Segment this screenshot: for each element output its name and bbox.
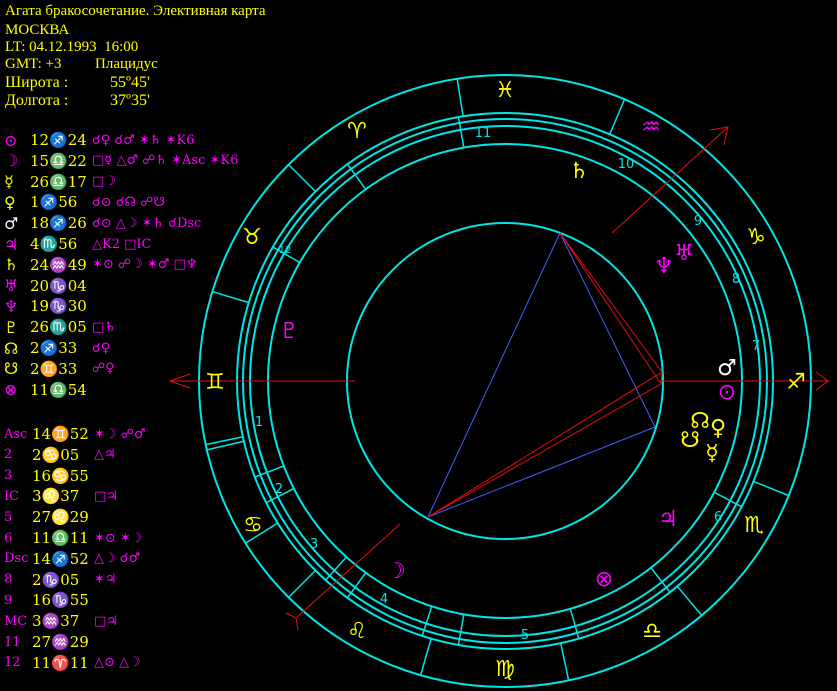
house-number: 1 [255,415,263,430]
planet-glyph-icon: ♄ [569,159,589,184]
house-number: 7 [752,339,760,354]
zodiac-sign-icon: ♑ [746,225,766,250]
house-number: 4 [380,592,388,607]
zodiac-sign-icon: ♓ [495,78,515,103]
house-number: 8 [732,272,740,287]
zodiac-sign-icon: ♐ [786,370,806,395]
zodiac-sign-icon: ♈ [347,119,367,144]
planet-glyph-icon: ♅ [674,241,694,266]
zodiac-sign-icon: ♋ [243,513,263,538]
aspect-line-square [427,426,656,518]
planet-glyph-icon: ☿ [705,441,719,466]
planet-glyph-icon: ☋ [680,428,700,453]
zodiac-sign-icon: ♍ [495,657,515,682]
zodiac-sign-icon: ♒ [641,115,661,140]
house-cusp [346,572,367,599]
sign-divider [288,569,317,598]
house-cusp [325,556,347,581]
zodiac-sign-icon: ♌ [347,619,367,644]
planet-glyph-icon: ☽ [386,559,406,584]
sign-divider [288,164,317,193]
aspect-line-opposition [427,232,561,518]
aspect-line-sextile [559,232,663,373]
house-number: 5 [521,628,529,643]
sign-divider [456,78,464,117]
house-number: 10 [618,157,635,172]
house-number: 2 [275,482,283,497]
house-cusp [346,163,367,190]
house-number: 11 [475,126,492,141]
house-number: 9 [694,214,702,229]
ic-arrow [285,612,299,631]
house-number: 6 [714,510,722,525]
planet-glyph-icon: ⊙ [718,380,736,405]
sign-divider [676,585,703,616]
center-circle [346,222,664,540]
zodiac-sign-icon: ♏ [744,513,764,538]
planet-glyph-icon: ♆ [654,254,674,279]
planet-glyph-icon: ⊗ [595,567,613,592]
sign-divider [609,99,626,135]
aspect-line-square [559,232,656,428]
house-number: 3 [310,537,318,552]
house-number: 12 [279,245,292,256]
sign-divider [559,642,570,681]
sign-divider [419,638,432,676]
aspect-line-conjunction [660,371,663,385]
zodiac-sign-icon: ♎ [642,619,662,644]
zodiac-sign-icon: ♉ [242,225,262,250]
aspect-line-trine [427,383,662,518]
planet-glyph-icon: ♂ [717,356,737,381]
sign-divider [212,290,249,304]
zodiac-sign-icon: ♊ [205,370,225,395]
planet-glyph-icon: ♇ [279,319,299,344]
planet-glyph-icon: ♃ [658,507,678,532]
planet-glyph-icon: ♀ [710,416,726,441]
sign-divider [753,480,789,497]
chart-wheel: ♓♈ ♒♉ ♑♊ ♐♋ ♏♌♍♎123456789101112♄♆♅♇♂⊙☊ ♀☋☿♃⊗☽ [168,74,830,688]
aspect-line-trine [427,371,663,518]
